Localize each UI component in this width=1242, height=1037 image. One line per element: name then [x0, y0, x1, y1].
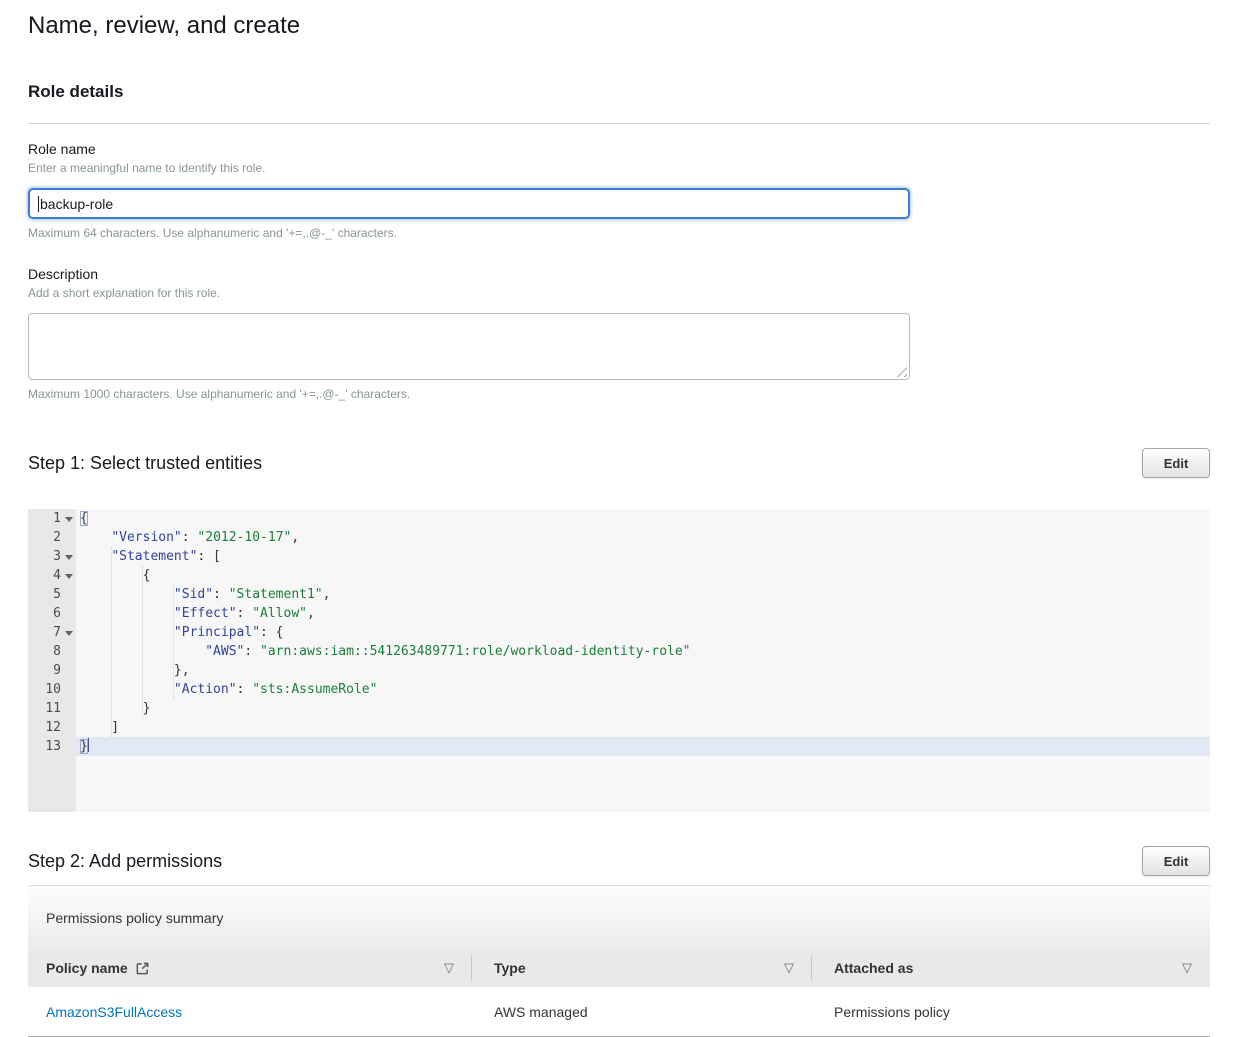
role-name-input[interactable]	[28, 188, 910, 219]
step2-heading: Step 2: Add permissions	[28, 849, 222, 873]
column-label: Attached as	[834, 960, 913, 976]
role-name-help: Enter a meaningful name to identify this…	[28, 161, 1210, 176]
code-line: "Action": "sts:AssumeRole"	[80, 680, 1210, 699]
policy-link[interactable]: AmazonS3FullAccess	[46, 1004, 182, 1020]
gutter-line-number: 6	[28, 604, 76, 623]
table-row: AmazonS3FullAccess AWS managed Permissio…	[28, 987, 1210, 1037]
section-divider	[28, 123, 1210, 124]
page-root: Name, review, and create Role details Ro…	[0, 0, 1242, 1037]
description-input[interactable]	[28, 313, 910, 380]
step1-header-row: Step 1: Select trusted entities Edit	[28, 448, 1210, 478]
role-details-heading: Role details	[28, 81, 1210, 103]
gutter-line-number: 4	[28, 566, 76, 585]
step2-edit-button[interactable]: Edit	[1142, 846, 1210, 876]
code-line: "AWS": "arn:aws:iam::541263489771:role/w…	[80, 642, 1210, 661]
editor-caret	[88, 738, 89, 752]
code-line: ]	[80, 718, 1210, 737]
table-header-row: Policy name ▽ Type ▽ Attached as ▽	[28, 949, 1210, 987]
sort-descending-icon[interactable]: ▽	[444, 960, 454, 976]
editor-code-area[interactable]: { "Version": "2012-10-17", "Statement": …	[76, 509, 1210, 812]
gutter-line-number: 12	[28, 718, 76, 737]
description-label: Description	[28, 265, 1210, 283]
gutter-line-number: 9	[28, 661, 76, 680]
code-line: "Effect": "Allow",	[80, 604, 1210, 623]
role-name-constraint: Maximum 64 characters. Use alphanumeric …	[28, 226, 1210, 241]
description-constraint: Maximum 1000 characters. Use alphanumeri…	[28, 387, 1210, 402]
policy-type-cell: AWS managed	[472, 1004, 812, 1020]
fold-arrow-icon[interactable]	[65, 555, 73, 560]
code-line: "Principal": {	[80, 623, 1210, 642]
code-line: "Version": "2012-10-17",	[80, 528, 1210, 547]
sort-descending-icon[interactable]: ▽	[784, 960, 794, 976]
description-help: Add a short explanation for this role.	[28, 286, 1210, 301]
column-label: Type	[494, 960, 526, 976]
role-name-field: Role name Enter a meaningful name to ide…	[28, 140, 1210, 241]
gutter-line-number: 1	[28, 509, 76, 528]
gutter-line-number: 13	[28, 737, 76, 756]
gutter-line-number: 3	[28, 547, 76, 566]
column-header-type[interactable]: Type ▽	[472, 949, 812, 987]
gutter-line-number: 10	[28, 680, 76, 699]
column-label: Policy name	[46, 960, 128, 976]
sort-descending-icon[interactable]: ▽	[1182, 960, 1192, 976]
panel-title: Permissions policy summary	[28, 885, 1210, 949]
fold-arrow-icon[interactable]	[65, 631, 73, 636]
description-field: Description Add a short explanation for …	[28, 265, 1210, 402]
fold-arrow-icon[interactable]	[65, 517, 73, 522]
policy-name-cell: AmazonS3FullAccess	[28, 1004, 472, 1020]
code-line: }	[80, 699, 1210, 718]
column-header-attached-as[interactable]: Attached as ▽	[812, 949, 1210, 987]
gutter-line-number: 8	[28, 642, 76, 661]
gutter-line-number: 2	[28, 528, 76, 547]
column-header-policy-name[interactable]: Policy name ▽	[28, 949, 472, 987]
role-name-input-wrap	[28, 188, 910, 219]
editor-gutter: 12345678910111213	[28, 509, 76, 812]
text-caret	[38, 196, 39, 212]
code-line: {	[80, 566, 1210, 585]
gutter-line-number: 5	[28, 585, 76, 604]
code-line: "Sid": "Statement1",	[80, 585, 1210, 604]
step1-heading: Step 1: Select trusted entities	[28, 451, 262, 475]
gutter-line-number: 7	[28, 623, 76, 642]
fold-arrow-icon[interactable]	[65, 574, 73, 579]
permissions-summary-panel: Permissions policy summary Policy name ▽…	[28, 885, 1210, 1037]
role-name-label: Role name	[28, 140, 1210, 158]
code-line: },	[80, 661, 1210, 680]
code-line: "Statement": [	[80, 547, 1210, 566]
attached-as-cell: Permissions policy	[812, 1004, 1210, 1020]
gutter-line-number: 11	[28, 699, 76, 718]
step1-edit-button[interactable]: Edit	[1142, 448, 1210, 478]
page-title: Name, review, and create	[28, 9, 1210, 42]
external-link-icon	[135, 961, 150, 976]
step2-header-row: Step 2: Add permissions Edit	[28, 846, 1210, 876]
trust-policy-editor[interactable]: 12345678910111213 { "Version": "2012-10-…	[28, 509, 1210, 812]
code-line: {	[80, 509, 1210, 528]
code-line: }	[76, 737, 1210, 756]
